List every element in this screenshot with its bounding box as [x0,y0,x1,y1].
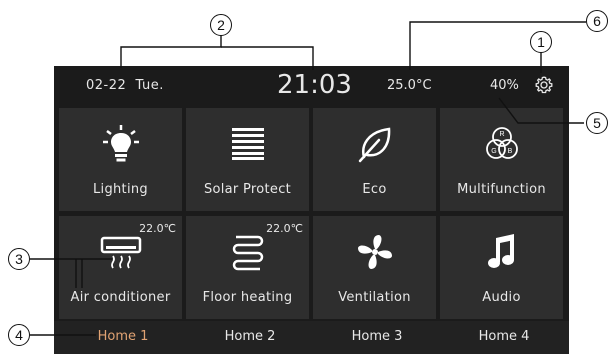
callout-5: 5 [586,112,608,134]
callout-6: 6 [586,10,608,32]
callout-1: 1 [530,31,552,53]
callout-4: 4 [8,324,30,346]
annotation-lines [30,21,586,336]
callout-3: 3 [8,248,30,270]
callout-2: 2 [210,14,232,36]
